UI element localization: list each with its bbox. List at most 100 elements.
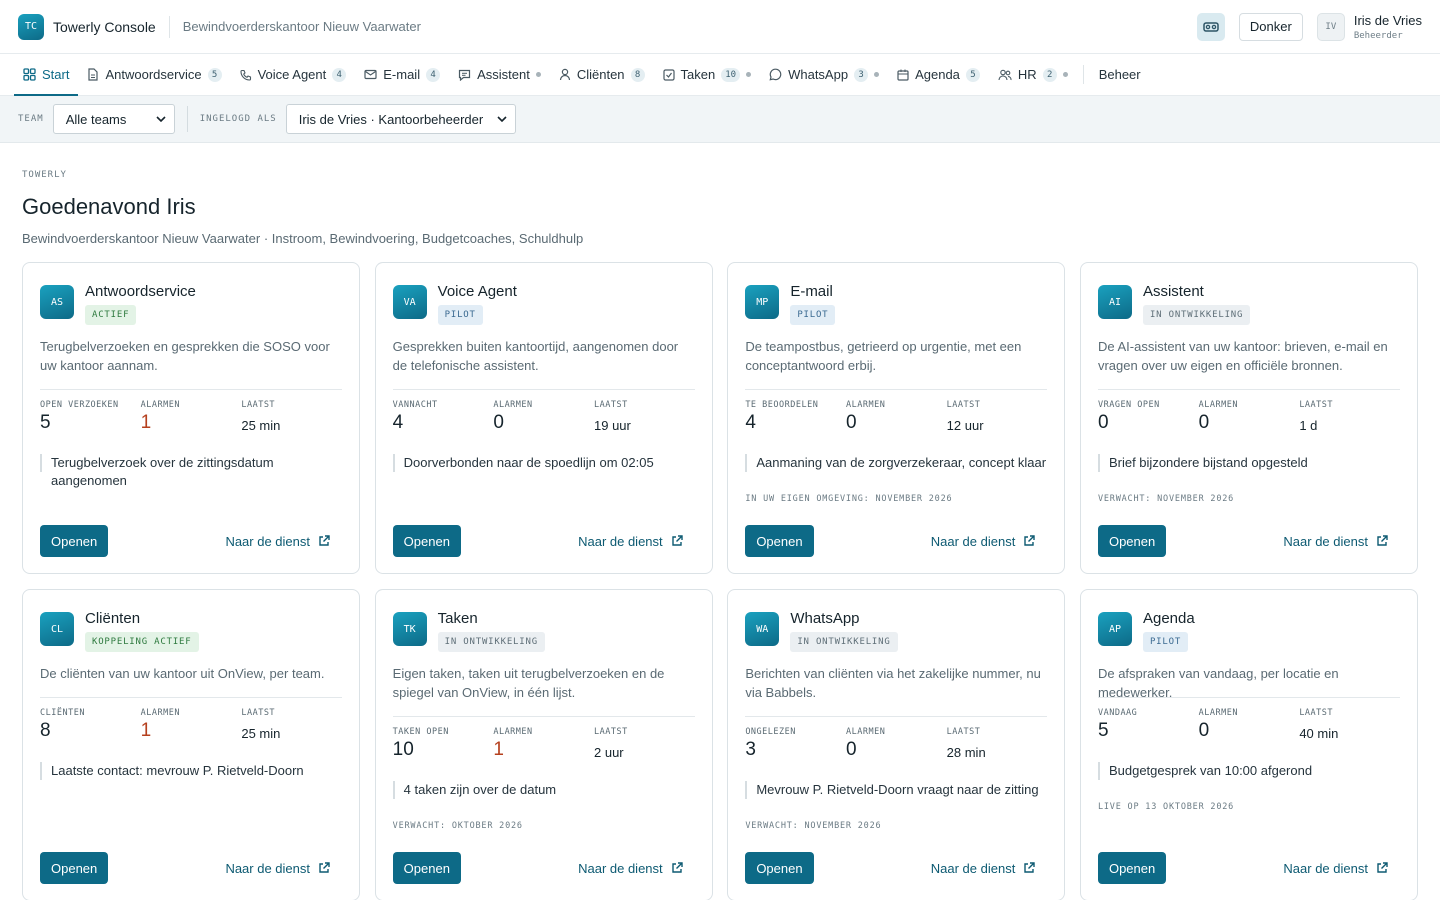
stat-value: 5 <box>40 412 51 433</box>
card-divider <box>40 389 342 390</box>
top-bar: TC Towerly Console Bewindvoerderskantoor… <box>0 0 1440 54</box>
stat-value: 5 <box>1097 720 1109 741</box>
go-to-service-link[interactable]: Naar de dienst <box>578 534 695 549</box>
tab-agenda[interactable]: Agenda 5 <box>888 54 989 95</box>
tab-count: 10 <box>721 67 741 82</box>
latest-activity: Terugbelverzoek over de zittingsdatum aa… <box>40 454 342 488</box>
stat-label: TE BEOORDELEN <box>745 400 819 410</box>
availability-note: VERWACHT: OKTOBER 2026 <box>392 821 523 831</box>
external-link-icon <box>671 862 683 873</box>
stat-primary: VRAGEN OPEN 0 <box>1098 400 1199 434</box>
tab-hr[interactable]: HR 2 <box>989 54 1077 95</box>
stat-alarms: ALARMEN 0 <box>1199 708 1300 742</box>
go-to-service-link[interactable]: Naar de dienst <box>578 861 695 876</box>
go-to-service-link[interactable]: Naar de dienst <box>1283 861 1400 876</box>
external-link-icon <box>1024 862 1036 873</box>
stat-label: ALARMEN <box>845 400 886 410</box>
tab-assistent[interactable]: Assistent <box>449 54 550 95</box>
link-label: Naar de dienst <box>225 533 310 549</box>
team-filter-label: TEAM <box>18 114 44 124</box>
go-to-service-link[interactable]: Naar de dienst <box>1283 534 1400 549</box>
team-select[interactable]: Alle teams <box>52 104 175 134</box>
tab-whatsapp[interactable]: WhatsApp 3 <box>760 54 888 95</box>
external-link-icon <box>319 535 330 546</box>
stat-value: 1 <box>140 412 152 433</box>
page-title: Goedenavond Iris <box>22 194 196 219</box>
go-to-service-link[interactable]: Naar de dienst <box>931 534 1048 549</box>
open-button[interactable]: Openen <box>745 852 814 884</box>
card-description: Eigen taken, taken uit terugbelverzoeken… <box>392 666 665 700</box>
open-button[interactable]: Openen <box>392 525 461 557</box>
tab-taken[interactable]: Taken 10 <box>654 54 761 95</box>
open-button[interactable]: Openen <box>1097 852 1167 884</box>
stat-label: ONGELEZEN <box>745 727 796 737</box>
stat-value: 3 <box>745 739 756 760</box>
app-name[interactable]: Towerly Console <box>53 19 156 35</box>
stat-label: LAATST <box>594 400 628 410</box>
stat-last: LAATST 1 d <box>1299 400 1400 434</box>
tab-count: 2 <box>1042 67 1057 82</box>
card-divider <box>1097 389 1400 390</box>
tab-voice-agent[interactable]: Voice Agent 4 <box>231 54 356 95</box>
open-button[interactable]: Openen <box>40 525 109 557</box>
availability-note: LIVE OP 13 OKTOBER 2026 <box>1097 802 1235 812</box>
tab-clienten[interactable]: Cliënten 8 <box>550 54 654 95</box>
status-dot <box>746 72 752 77</box>
external-link-icon <box>319 862 330 873</box>
go-to-service-link[interactable]: Naar de dienst <box>225 534 342 549</box>
org-name: Bewindvoerderskantoor Nieuw Vaarwater <box>182 19 421 34</box>
whatsapp-icon <box>769 68 782 81</box>
open-button[interactable]: Openen <box>40 852 109 884</box>
go-to-service-link[interactable]: Naar de dienst <box>225 861 342 876</box>
vr-headset-icon <box>1203 21 1219 32</box>
card-description: De teampostbus, getrieerd op urgentie, m… <box>745 339 1022 373</box>
card-header: AP Agenda PILOT <box>1097 610 1400 652</box>
top-bar-actions: Donker IV Iris de Vries Beheerder <box>1196 12 1422 41</box>
external-link-icon <box>1377 862 1388 873</box>
stat-label: VANDAAG <box>1097 708 1138 718</box>
stat-value: 1 <box>140 720 152 741</box>
link-label: Naar de dienst <box>578 533 663 549</box>
tab-count: 4 <box>332 67 347 82</box>
tab-start[interactable]: Start <box>14 54 79 96</box>
user-menu[interactable]: IV Iris de Vries Beheerder <box>1316 12 1422 41</box>
stat-last: LAATST 28 min <box>947 727 1048 761</box>
stat-value: 25 min <box>241 418 281 433</box>
tab-label: Cliënten <box>576 67 625 82</box>
card-title: Taken <box>437 610 478 627</box>
go-to-service-link[interactable]: Naar de dienst <box>931 861 1048 876</box>
stat-label: LAATST <box>946 727 981 737</box>
checkbox-icon <box>662 68 675 81</box>
app-logo[interactable]: TC <box>18 13 44 40</box>
stat-label: LAATST <box>241 400 276 410</box>
stat-value: 1 d <box>1299 418 1318 433</box>
dark-mode-button[interactable]: Donker <box>1238 12 1303 41</box>
user-role: Beheerder <box>1353 30 1403 41</box>
status-badge: PILOT <box>790 305 836 325</box>
stat-label: ALARMEN <box>493 400 533 410</box>
stat-primary: ONGELEZEN 3 <box>745 727 846 761</box>
card-titles: Taken IN ONTWIKKELING <box>437 610 545 652</box>
card-stats: VANNACHT 4 ALARMEN 0 LAATST 19 uur <box>393 400 695 434</box>
status-badge: IN ONTWIKKELING <box>437 632 545 652</box>
card-description: Berichten van cliënten via het zakelijke… <box>745 666 1041 700</box>
login-as-select[interactable]: Iris de Vries · Kantoorbeheerder <box>285 104 516 134</box>
tab-antwoordservice[interactable]: Antwoordservice 5 <box>78 54 230 95</box>
stat-label: ALARMEN <box>845 727 886 737</box>
open-button[interactable]: Openen <box>745 525 814 557</box>
tab-email[interactable]: E-mail 4 <box>355 54 449 95</box>
card-title: Agenda <box>1142 610 1195 627</box>
status-dot <box>874 72 880 77</box>
tab-beheer[interactable]: Beheer <box>1090 54 1150 95</box>
status-badge: KOPPELING ACTIEF <box>85 632 199 652</box>
latest-activity: Brief bijzondere bijstand opgesteld <box>1097 454 1400 472</box>
vr-headset-button[interactable] <box>1196 12 1225 41</box>
card-title: Antwoordservice <box>85 283 196 300</box>
card-header: AS Antwoordservice ACTIEF <box>40 283 342 325</box>
open-button[interactable]: Openen <box>1097 525 1167 557</box>
latest-activity: Mevrouw P. Rietveld-Doorn vraagt naar de… <box>745 781 1047 799</box>
card-description: De afspraken van vandaag, per locatie en… <box>1097 666 1339 700</box>
open-button[interactable]: Openen <box>392 852 461 884</box>
phone-icon <box>240 69 251 81</box>
stat-alarms: ALARMEN 0 <box>1199 400 1300 434</box>
